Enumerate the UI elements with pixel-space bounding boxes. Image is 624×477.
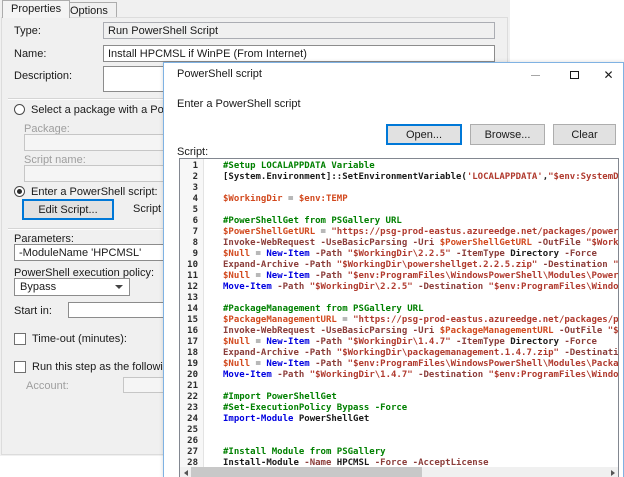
code-line: 3	[180, 183, 618, 194]
window-title: PowerShell script	[177, 68, 262, 80]
scroll-left-icon	[184, 470, 188, 476]
line-number: 18	[180, 348, 201, 359]
line-number: 23	[180, 403, 201, 414]
code-line: 7$PowerShellGetURL = "https://psg-prod-e…	[180, 227, 618, 238]
line-number: 20	[180, 370, 201, 381]
line-number: 5	[180, 205, 201, 216]
code-line: 26	[180, 436, 618, 447]
code-line: 15$PackageManagementURL = "https://psg-p…	[180, 315, 618, 326]
script-label: Script:	[177, 146, 208, 158]
code-line: 17$Null = New-Item -Path "$WorkingDir\1.…	[180, 337, 618, 348]
code-line: 24Import-Module PowerShellGet	[180, 414, 618, 425]
code-line: 11$Null = New-Item -Path "$env:ProgramFi…	[180, 271, 618, 282]
scroll-right-icon	[611, 470, 615, 476]
script-editor-lines: 1#Setup LOCALAPPDATA Variable2[System.En…	[180, 161, 618, 469]
powershell-script-window: PowerShell script ✕ Enter a PowerShell s…	[163, 62, 624, 477]
code-line: 8Invoke-WebRequest -UseBasicParsing -Uri…	[180, 238, 618, 249]
code-line: 10Expand-Archive -Path "$WorkingDir\powe…	[180, 260, 618, 271]
close-button[interactable]: ✕	[594, 63, 623, 87]
name-label: Name:	[14, 48, 46, 60]
code-line: 16Invoke-WebRequest -UseBasicParsing -Ur…	[180, 326, 618, 337]
close-icon: ✕	[603, 69, 613, 81]
line-number: 2	[180, 172, 201, 183]
line-number: 22	[180, 392, 201, 403]
execution-policy-value: Bypass	[20, 281, 56, 293]
start-in-label: Start in:	[14, 305, 52, 317]
line-number: 3	[180, 183, 201, 194]
code-line: 19$Null = New-Item -Path "$env:ProgramFi…	[180, 359, 618, 370]
line-number: 6	[180, 216, 201, 227]
select-package-radio[interactable]	[14, 104, 25, 115]
line-number: 17	[180, 337, 201, 348]
run-as-checkbox[interactable]	[14, 361, 26, 373]
line-number: 7	[180, 227, 201, 238]
code-line: 2[System.Environment]::SetEnvironmentVar…	[180, 172, 618, 183]
type-label: Type:	[14, 25, 41, 37]
code-line: 27#Install Module from PSGallery	[180, 447, 618, 458]
line-number: 16	[180, 326, 201, 337]
screen: Properties Options Type: Run PowerShell …	[0, 0, 624, 477]
code-line: 13	[180, 293, 618, 304]
maximize-button[interactable]	[556, 63, 592, 87]
line-number: 27	[180, 447, 201, 458]
code-line: 6#PowerShellGet from PSGallery URL	[180, 216, 618, 227]
line-number: 21	[180, 381, 201, 392]
line-number: 25	[180, 425, 201, 436]
chevron-down-icon	[115, 285, 123, 289]
scroll-left-button[interactable]	[180, 467, 191, 477]
script-status-label: Script status	[133, 203, 163, 215]
code-line: 22#Import PowerShellGet	[180, 392, 618, 403]
line-number: 1	[180, 161, 201, 172]
code-line: 14#PackageManagement from PSGallery URL	[180, 304, 618, 315]
enter-script-label: Enter a PowerShell script:	[31, 186, 158, 198]
code-line: 21	[180, 381, 618, 392]
line-number: 15	[180, 315, 201, 326]
scrollbar-thumb[interactable]	[191, 467, 422, 477]
line-number: 9	[180, 249, 201, 260]
maximize-icon	[570, 71, 579, 79]
minimize-icon	[531, 75, 540, 76]
timeout-label: Time-out (minutes):	[32, 333, 127, 345]
code-line: 9$Null = New-Item -Path "$WorkingDir\2.2…	[180, 249, 618, 260]
line-number: 19	[180, 359, 201, 370]
edit-script-button[interactable]: Edit Script...	[22, 199, 114, 220]
line-number: 13	[180, 293, 201, 304]
name-field[interactable]: Install HPCMSL if WinPE (From Internet)	[103, 45, 495, 62]
account-label: Account:	[26, 380, 69, 392]
enter-script-radio[interactable]	[14, 186, 25, 197]
open-button[interactable]: Open...	[386, 124, 462, 145]
tab-properties[interactable]: Properties	[2, 0, 70, 18]
line-number: 11	[180, 271, 201, 282]
scroll-right-button[interactable]	[607, 467, 618, 477]
description-label: Description:	[14, 70, 72, 82]
line-number: 12	[180, 282, 201, 293]
titlebar[interactable]: PowerShell script ✕	[164, 63, 623, 87]
line-number: 4	[180, 194, 201, 205]
code-line: 20Move-Item -Path "$WorkingDir\1.4.7" -D…	[180, 370, 618, 381]
code-line: 25	[180, 425, 618, 436]
enter-script-prompt: Enter a PowerShell script	[177, 98, 301, 110]
browse-button[interactable]: Browse...	[470, 124, 545, 145]
code-line: 5	[180, 205, 618, 216]
line-number: 14	[180, 304, 201, 315]
line-number: 24	[180, 414, 201, 425]
line-number: 26	[180, 436, 201, 447]
timeout-checkbox[interactable]	[14, 333, 26, 345]
line-number: 10	[180, 260, 201, 271]
horizontal-scrollbar[interactable]	[180, 467, 618, 477]
line-number: 8	[180, 238, 201, 249]
code-line: 18Expand-Archive -Path "$WorkingDir\pack…	[180, 348, 618, 359]
execution-policy-select[interactable]: Bypass	[14, 278, 130, 296]
code-line: 1#Setup LOCALAPPDATA Variable	[180, 161, 618, 172]
minimize-button[interactable]	[517, 63, 553, 87]
code-line: 4$WorkingDir = $env:TEMP	[180, 194, 618, 205]
clear-button[interactable]: Clear	[553, 124, 616, 145]
script-editor[interactable]: 1#Setup LOCALAPPDATA Variable2[System.En…	[179, 158, 619, 477]
code-line: 12Move-Item -Path "$WorkingDir\2.2.5" -D…	[180, 282, 618, 293]
type-field: Run PowerShell Script	[103, 22, 495, 39]
code-line: 23#Set-ExecutionPolicy Bypass -Force	[180, 403, 618, 414]
